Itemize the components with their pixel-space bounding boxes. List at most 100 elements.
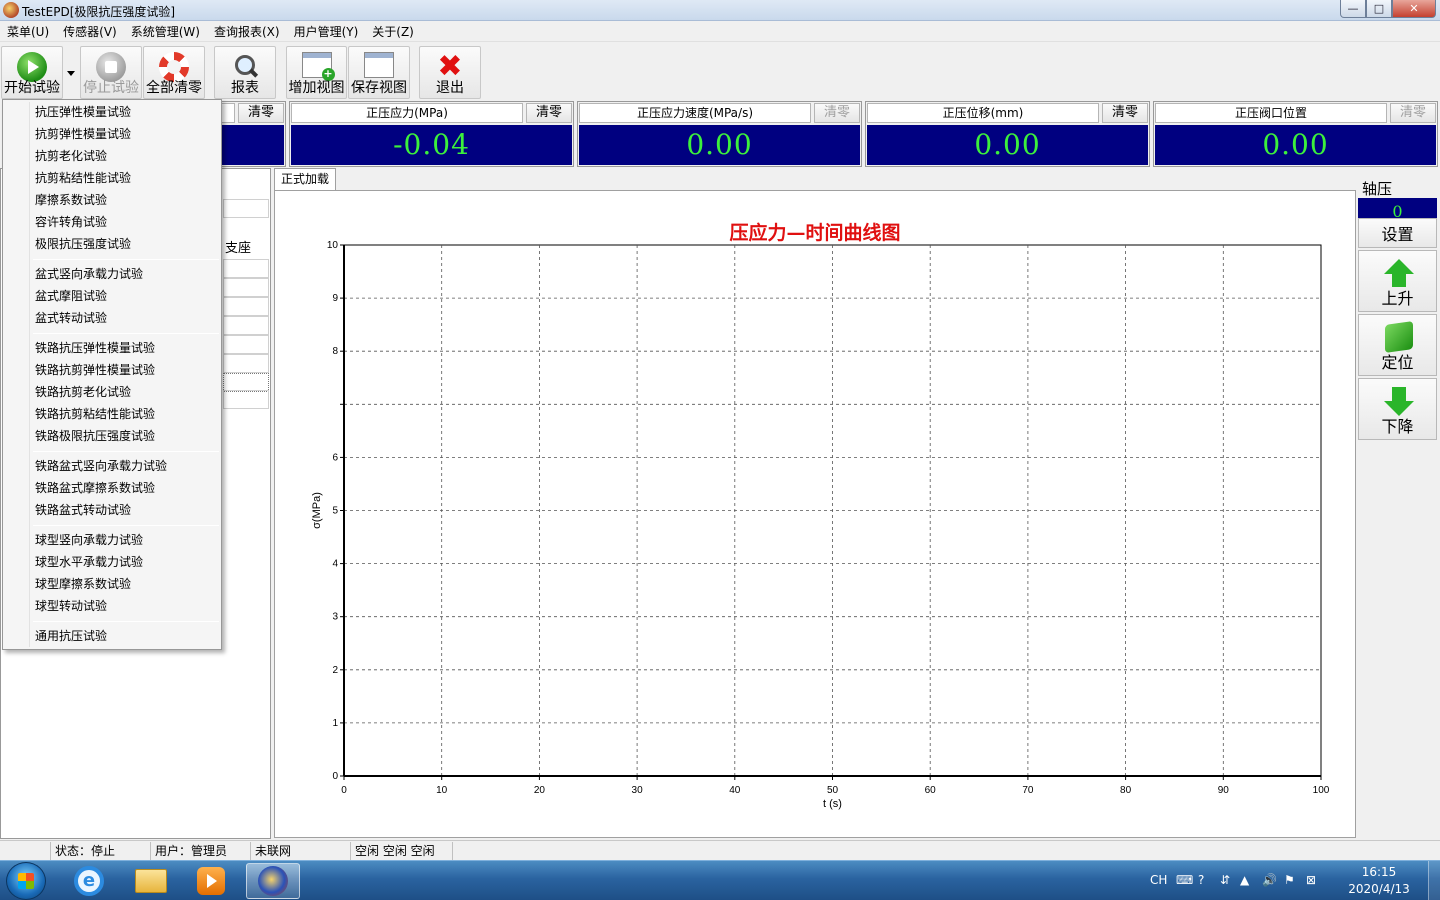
up-button[interactable]: 上升: [1358, 250, 1437, 312]
stop-test-button[interactable]: 停止试验: [80, 46, 142, 99]
language-indicator[interactable]: CH: [1150, 873, 1167, 887]
status-network: 未联网: [250, 842, 350, 860]
zero-button[interactable]: 清零: [1390, 103, 1436, 123]
x-axis-label: t (s): [823, 798, 842, 810]
menu-main[interactable]: 菜单(U): [0, 23, 56, 40]
param-cell[interactable]: [223, 390, 269, 409]
x-tick-label: 100: [1313, 785, 1330, 796]
param-cell[interactable]: [223, 335, 269, 354]
dropdown-item[interactable]: 铁路极限抗压强度试验: [35, 426, 155, 446]
chart-panel: 压应力—时间曲线图 0 10 20 30 40 50 60 70 80 90 100 0 1 2 3 4 5 6 8…: [274, 190, 1356, 838]
param-cell[interactable]: [223, 316, 269, 335]
action-center-icon[interactable]: ⚑: [1284, 873, 1295, 887]
param-cell: [223, 219, 269, 238]
dropdown-item[interactable]: 盆式竖向承载力试验: [35, 264, 143, 284]
dropdown-separator: [33, 451, 219, 452]
readout-label: 正压应力(MPa): [291, 103, 523, 123]
dropdown-item[interactable]: 抗剪老化试验: [35, 146, 107, 166]
maximize-button[interactable]: □: [1366, 0, 1392, 18]
help-icon[interactable]: ?: [1198, 873, 1204, 887]
menu-about[interactable]: 关于(Z): [365, 23, 421, 40]
volume-icon[interactable]: 🔊: [1262, 873, 1277, 887]
ime-icon[interactable]: ⇵: [1220, 873, 1230, 887]
close-button[interactable]: ✕: [1392, 0, 1436, 18]
dropdown-item[interactable]: 摩擦系数试验: [35, 190, 107, 210]
zero-button[interactable]: 清零: [814, 103, 860, 123]
network-icon[interactable]: ⊠: [1306, 873, 1316, 887]
param-cell[interactable]: [223, 354, 269, 373]
dropdown-separator: [33, 621, 219, 622]
menu-sensor[interactable]: 传感器(V): [56, 23, 124, 40]
start-test-button[interactable]: 开始试验: [1, 46, 63, 99]
dropdown-item[interactable]: 铁路盆式转动试验: [35, 500, 131, 520]
clock-date[interactable]: 2020/4/13: [1344, 882, 1414, 896]
add-view-button[interactable]: + 增加视图: [286, 46, 347, 99]
set-button[interactable]: 设置: [1358, 218, 1437, 248]
zero-all-button[interactable]: 全部清零: [143, 46, 205, 99]
dropdown-item[interactable]: 极限抗压强度试验: [35, 234, 131, 254]
start-button[interactable]: [6, 862, 46, 900]
menu-user[interactable]: 用户管理(Y): [287, 23, 366, 40]
show-desktop-button[interactable]: [1428, 861, 1440, 900]
menu-report[interactable]: 查询报表(X): [207, 23, 287, 40]
position-button[interactable]: 定位: [1358, 314, 1437, 376]
keyboard-icon[interactable]: ⌨: [1176, 873, 1193, 887]
readout-label: 正压位移(mm): [867, 103, 1099, 123]
stress-time-chart: 0 10 20 30 40 50 60 70 80 90 100 0 1 2 3 4 5 6 8 9 10 t (s) σ(…: [311, 240, 1330, 810]
y-tick-label: 4: [332, 559, 338, 570]
dropdown-item[interactable]: 球型竖向承载力试验: [35, 530, 143, 550]
readout-value: 0.00: [1155, 125, 1436, 165]
param-cell[interactable]: [223, 297, 269, 316]
x-tick-label: 20: [534, 785, 546, 796]
toolbar: 开始试验 停止试验 全部清零 报表 + 增加视图 保存视图 ✖ 退出: [0, 43, 1440, 99]
dropdown-item[interactable]: 容许转角试验: [35, 212, 107, 232]
dropdown-item[interactable]: 铁路抗剪老化试验: [35, 382, 131, 402]
start-test-dropdown-arrow[interactable]: [64, 63, 78, 99]
zero-button[interactable]: 清零: [238, 103, 284, 123]
dropdown-item[interactable]: 铁路抗剪弹性模量试验: [35, 360, 155, 380]
exit-button[interactable]: ✖ 退出: [419, 46, 481, 99]
zero-button[interactable]: 清零: [1102, 103, 1148, 123]
taskbar-testepd[interactable]: [246, 863, 300, 899]
report-button[interactable]: 报表: [214, 46, 276, 99]
test-type-dropdown-menu: 抗压弹性模量试验 抗剪弹性模量试验 抗剪老化试验 抗剪粘结性能试验 摩擦系数试验 容许转角…: [2, 99, 222, 650]
dropdown-item[interactable]: 铁路盆式竖向承载力试验: [35, 456, 167, 476]
dropdown-item[interactable]: 球型转动试验: [35, 596, 107, 616]
status-user: 用户：管理员: [150, 842, 250, 860]
status-state: 状态：停止: [50, 842, 150, 860]
y-tick-label: 3: [332, 612, 338, 623]
dropdown-separator: [33, 259, 219, 260]
dropdown-item[interactable]: 盆式转动试验: [35, 308, 107, 328]
menu-system[interactable]: 系统管理(W): [124, 23, 207, 40]
x-tick-label: 50: [827, 785, 839, 796]
dropdown-item[interactable]: 球型水平承载力试验: [35, 552, 143, 572]
dropdown-item[interactable]: 盆式摩阻试验: [35, 286, 107, 306]
status-bar: 状态：停止 用户：管理员 未联网 空闲 空闲 空闲: [0, 840, 1440, 860]
dropdown-item[interactable]: 抗剪粘结性能试验: [35, 168, 131, 188]
down-button[interactable]: 下降: [1358, 378, 1437, 440]
taskbar-explorer[interactable]: [124, 863, 178, 899]
taskbar-media-player[interactable]: [184, 863, 238, 899]
dropdown-item[interactable]: 铁路盆式摩擦系数试验: [35, 478, 155, 498]
readout-valve-position: 正压阀口位置 清零 0.00: [1153, 101, 1438, 167]
dropdown-item[interactable]: 抗压弹性模量试验: [35, 102, 131, 122]
param-cell[interactable]: [223, 278, 269, 297]
x-tick-label: 40: [729, 785, 741, 796]
param-cell[interactable]: [223, 259, 269, 278]
show-hidden-icons-icon[interactable]: ▲: [1240, 873, 1249, 887]
tab-formal-loading[interactable]: 正式加载: [274, 168, 337, 190]
taskbar-ie[interactable]: e: [62, 863, 116, 899]
dropdown-item[interactable]: 通用抗压试验: [35, 626, 107, 646]
dropdown-item[interactable]: 铁路抗剪粘结性能试验: [35, 404, 155, 424]
save-view-button[interactable]: 保存视图: [348, 46, 410, 99]
y-tick-label: 6: [332, 452, 338, 463]
clock-time[interactable]: 16:15: [1344, 865, 1414, 879]
dropdown-item[interactable]: 抗剪弹性模量试验: [35, 124, 131, 144]
zero-button[interactable]: 清零: [526, 103, 572, 123]
dropdown-item[interactable]: 铁路抗压弹性模量试验: [35, 338, 155, 358]
dropdown-item[interactable]: 球型摩擦系数试验: [35, 574, 131, 594]
y-tick-label: 1: [332, 718, 338, 729]
param-cell[interactable]: [223, 199, 269, 218]
minimize-button[interactable]: —: [1340, 0, 1366, 18]
windows-taskbar: e CH ⌨ ? ⇵ ▲ 🔊 ⚑ ⊠ 16:15 2020/4/13: [0, 860, 1440, 900]
